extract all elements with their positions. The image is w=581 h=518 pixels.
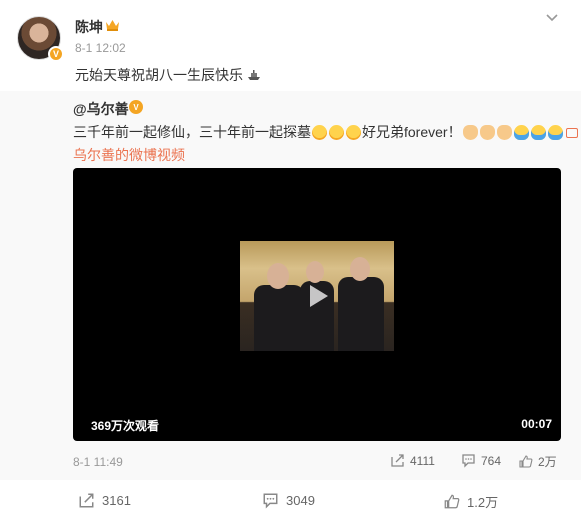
weibo-post-card: V 陈坤 8-1 12:02 元始天尊祝胡八一生辰快乐 @乌尔善 V 三千年前一… <box>0 0 581 518</box>
post-text: 元始天尊祝胡八一生辰快乐 <box>75 65 261 85</box>
repost-share-count: 4111 <box>410 453 435 468</box>
video-duration: 00:07 <box>521 417 552 431</box>
repost-text-part1: 三千年前一起修仙，三十年前一起探墓 <box>73 124 311 140</box>
hug-emoji-icon <box>547 125 563 140</box>
clap-emoji-icon <box>462 125 478 140</box>
share-count: 3161 <box>102 493 131 508</box>
repost-like-count: 2万 <box>538 455 557 469</box>
tongue-face-emoji-icon <box>329 125 344 140</box>
comment-icon <box>263 493 278 509</box>
clap-emoji-icon <box>496 125 512 140</box>
ship-emoji-icon <box>247 70 260 80</box>
author-name[interactable]: 陈坤 <box>75 17 103 37</box>
post-text-content: 元始天尊祝胡八一生辰快乐 <box>75 67 243 83</box>
repost-text: 三千年前一起修仙，三十年前一起探墓 好兄弟forever！ <box>73 122 578 142</box>
repost-share-button[interactable]: 4111 <box>390 453 435 468</box>
clap-emoji-icon <box>479 125 495 140</box>
chevron-down-icon[interactable] <box>544 10 560 26</box>
post-time[interactable]: 8-1 12:02 <box>75 41 126 55</box>
like-count: 1.2万 <box>467 495 499 510</box>
comment-icon <box>462 454 475 468</box>
tongue-face-emoji-icon <box>346 125 361 140</box>
comment-count: 3049 <box>286 493 315 508</box>
video-camera-icon[interactable] <box>565 128 578 138</box>
comment-button[interactable]: 3049 <box>262 492 315 509</box>
share-icon <box>79 493 94 508</box>
repost-comment-button[interactable]: 764 <box>461 453 501 468</box>
repost-author[interactable]: @乌尔善 <box>73 99 129 119</box>
reposted-content: @乌尔善 V 三千年前一起修仙，三十年前一起探墓 好兄弟forever！ 乌尔善的… <box>0 91 581 480</box>
repost-text-part2: 好兄弟forever！ <box>362 124 462 140</box>
verified-badge-icon: V <box>48 46 64 62</box>
share-button[interactable]: 3161 <box>78 492 131 509</box>
thumbs-up-icon <box>444 494 460 509</box>
repost-time[interactable]: 8-1 11:49 <box>73 455 123 469</box>
hug-emoji-icon <box>530 125 546 140</box>
hug-emoji-icon <box>513 125 529 140</box>
video-player[interactable]: 369万次观看 00:07 <box>73 168 561 441</box>
repost-verified-icon: V <box>129 100 143 114</box>
repost-comment-count: 764 <box>481 453 502 468</box>
repost-like-button[interactable]: 2万 <box>518 453 557 470</box>
video-link[interactable]: 乌尔善的微博视频 <box>73 145 185 165</box>
thumbs-up-icon <box>519 455 533 468</box>
share-icon <box>391 454 404 467</box>
play-icon[interactable] <box>302 281 332 311</box>
crown-icon <box>106 20 119 31</box>
tongue-face-emoji-icon <box>312 125 327 140</box>
view-count: 369万次观看 <box>91 419 160 433</box>
like-button[interactable]: 1.2万 <box>443 492 498 511</box>
